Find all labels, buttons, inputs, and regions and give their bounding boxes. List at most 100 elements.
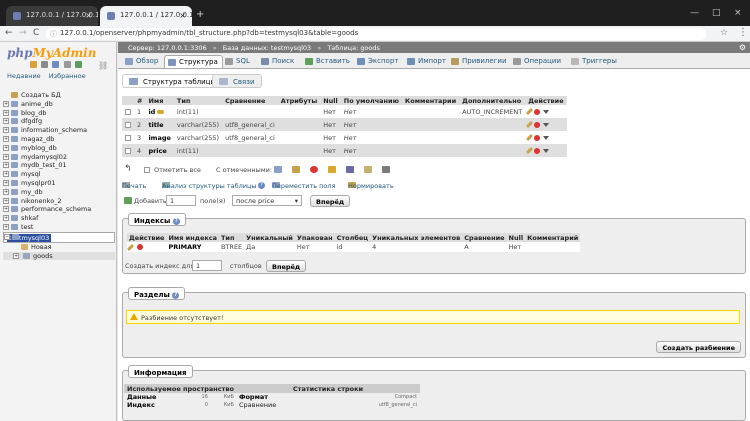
- expand-icon[interactable]: +: [3, 171, 9, 178]
- drop-index-icon[interactable]: [137, 244, 144, 250]
- tab-export[interactable]: Экспорт: [354, 55, 402, 68]
- expand-icon[interactable]: +: [3, 100, 9, 107]
- row-checkbox[interactable]: [125, 147, 131, 154]
- recent-tab[interactable]: Недавние: [7, 72, 41, 80]
- row-checkbox[interactable]: [125, 108, 131, 115]
- more-icon[interactable]: [543, 122, 550, 127]
- minimize-icon[interactable]: —: [690, 8, 699, 18]
- tab-triggers[interactable]: Триггеры: [568, 55, 621, 68]
- drop-icon[interactable]: [534, 147, 541, 154]
- link-icon[interactable]: ⛓: [98, 61, 108, 70]
- add-columns-count-input[interactable]: 1: [166, 195, 196, 206]
- database-item[interactable]: + myblog_db: [3, 144, 115, 153]
- new-tab-button[interactable]: +: [196, 9, 204, 20]
- close-tab-icon[interactable]: ×: [179, 11, 186, 20]
- database-item[interactable]: + mydb_test_01: [3, 161, 115, 170]
- expand-icon[interactable]: +: [3, 118, 9, 125]
- create-index-count-input[interactable]: 1: [192, 260, 222, 271]
- database-item[interactable]: + dfgdfg: [3, 117, 115, 126]
- row-checkbox[interactable]: [125, 121, 131, 128]
- database-item[interactable]: + mysql: [3, 170, 115, 179]
- reload-nav-icon[interactable]: [74, 61, 82, 68]
- edit-icon[interactable]: [526, 107, 534, 116]
- create-database-item[interactable]: Создать БД: [3, 91, 115, 100]
- database-item[interactable]: + shkaf: [3, 214, 115, 223]
- unique-selected-icon[interactable]: [346, 166, 354, 173]
- more-icon[interactable]: [543, 148, 550, 153]
- tab-operations[interactable]: Операции: [510, 55, 565, 68]
- index-selected-icon[interactable]: [364, 166, 372, 173]
- database-item[interactable]: + blog_db: [3, 109, 115, 118]
- tab-import[interactable]: Импорт: [404, 55, 450, 68]
- more-icon[interactable]: [543, 135, 550, 140]
- primary-selected-icon[interactable]: [328, 166, 336, 173]
- breadcrumb-table[interactable]: Таблица: goods: [327, 44, 380, 52]
- database-item[interactable]: + anime_db: [3, 100, 115, 109]
- url-input[interactable]: ⓘ 127.0.0.1/openserver/phpmyadmin/tbl_st…: [46, 28, 706, 40]
- fulltext-selected-icon[interactable]: [382, 166, 390, 173]
- tab-insert[interactable]: Вставить: [302, 55, 354, 68]
- expand-icon[interactable]: +: [3, 188, 9, 195]
- add-columns-go-button[interactable]: Вперёд: [310, 195, 351, 207]
- create-partition-button[interactable]: Создать разбиение: [656, 341, 741, 353]
- tab-privileges[interactable]: Привилегии: [448, 55, 511, 68]
- tab-search[interactable]: Поиск: [258, 55, 298, 68]
- maximize-icon[interactable]: □: [712, 8, 721, 18]
- database-item[interactable]: + performance_schema: [3, 205, 115, 214]
- column-header[interactable]: Имя: [145, 96, 174, 105]
- subtab-table-structure[interactable]: Структура таблицы: [122, 74, 223, 88]
- reload-icon[interactable]: C: [33, 28, 39, 38]
- tab-structure[interactable]: Структура: [164, 55, 223, 68]
- create-index-go-button[interactable]: Вперёд: [266, 260, 307, 272]
- edit-index-icon[interactable]: [126, 243, 135, 251]
- drop-icon[interactable]: [534, 134, 541, 141]
- database-item[interactable]: + mydamysql02: [3, 153, 115, 162]
- expand-icon[interactable]: +: [3, 223, 9, 230]
- table-item-goods[interactable]: + goods: [3, 251, 115, 261]
- help-icon[interactable]: ?: [172, 217, 180, 225]
- expand-icon[interactable]: +: [3, 127, 9, 134]
- database-item[interactable]: + information_schema: [3, 126, 115, 135]
- edit-selected-icon[interactable]: [292, 166, 300, 173]
- breadcrumb-database[interactable]: База данных: testmysql03: [223, 44, 311, 52]
- settings-icon[interactable]: [63, 61, 71, 68]
- tab-browse[interactable]: Обзор: [122, 55, 162, 68]
- browse-selected-icon[interactable]: [274, 166, 282, 173]
- check-all-label[interactable]: Отметить все: [154, 166, 201, 174]
- subtab-relations[interactable]: Связи: [212, 74, 262, 88]
- tab-sql[interactable]: SQL: [222, 55, 254, 68]
- edit-icon[interactable]: [526, 133, 534, 142]
- browser-tab-active[interactable]: 127.0.0.1 / 127.0.0.1 / te ×: [100, 6, 192, 26]
- expand-icon[interactable]: +: [3, 135, 9, 142]
- window-close-icon[interactable]: ×: [734, 8, 742, 18]
- breadcrumb-server[interactable]: Сервер: 127.0.0.1:3306: [128, 44, 207, 52]
- more-icon[interactable]: [543, 109, 550, 114]
- expand-icon[interactable]: +: [3, 197, 9, 204]
- forward-icon[interactable]: →: [19, 28, 27, 38]
- check-all-checkbox[interactable]: [144, 167, 150, 173]
- edit-icon[interactable]: [526, 146, 534, 155]
- gear-icon[interactable]: ⚙: [739, 43, 746, 52]
- bookmark-star-icon[interactable]: ☆: [720, 28, 728, 38]
- home-icon[interactable]: [30, 61, 37, 68]
- drop-icon[interactable]: [534, 108, 541, 115]
- logout-icon[interactable]: [41, 61, 49, 68]
- drop-icon[interactable]: [534, 121, 541, 128]
- add-columns-position-select[interactable]: после price ▾: [232, 195, 302, 206]
- expand-icon[interactable]: +: [3, 153, 9, 160]
- edit-icon[interactable]: [526, 120, 534, 129]
- browser-tab[interactable]: 127.0.0.1 / 127.0.0.1 / te ×: [6, 6, 98, 26]
- expand-icon[interactable]: +: [3, 215, 9, 222]
- collapse-icon[interactable]: −: [4, 233, 10, 240]
- database-item[interactable]: + test: [3, 223, 115, 232]
- database-item-selected[interactable]: − testmysql03: [3, 231, 115, 243]
- favorites-tab[interactable]: Избранное: [49, 72, 86, 80]
- new-table-item[interactable]: Новая: [3, 243, 115, 252]
- close-tab-icon[interactable]: ×: [85, 11, 92, 20]
- expand-icon[interactable]: +: [3, 179, 9, 186]
- expand-icon[interactable]: +: [3, 206, 9, 213]
- help-icon[interactable]: ?: [172, 291, 180, 299]
- docs-icon[interactable]: [52, 61, 60, 68]
- expand-icon[interactable]: +: [13, 252, 19, 259]
- expand-icon[interactable]: +: [3, 162, 9, 169]
